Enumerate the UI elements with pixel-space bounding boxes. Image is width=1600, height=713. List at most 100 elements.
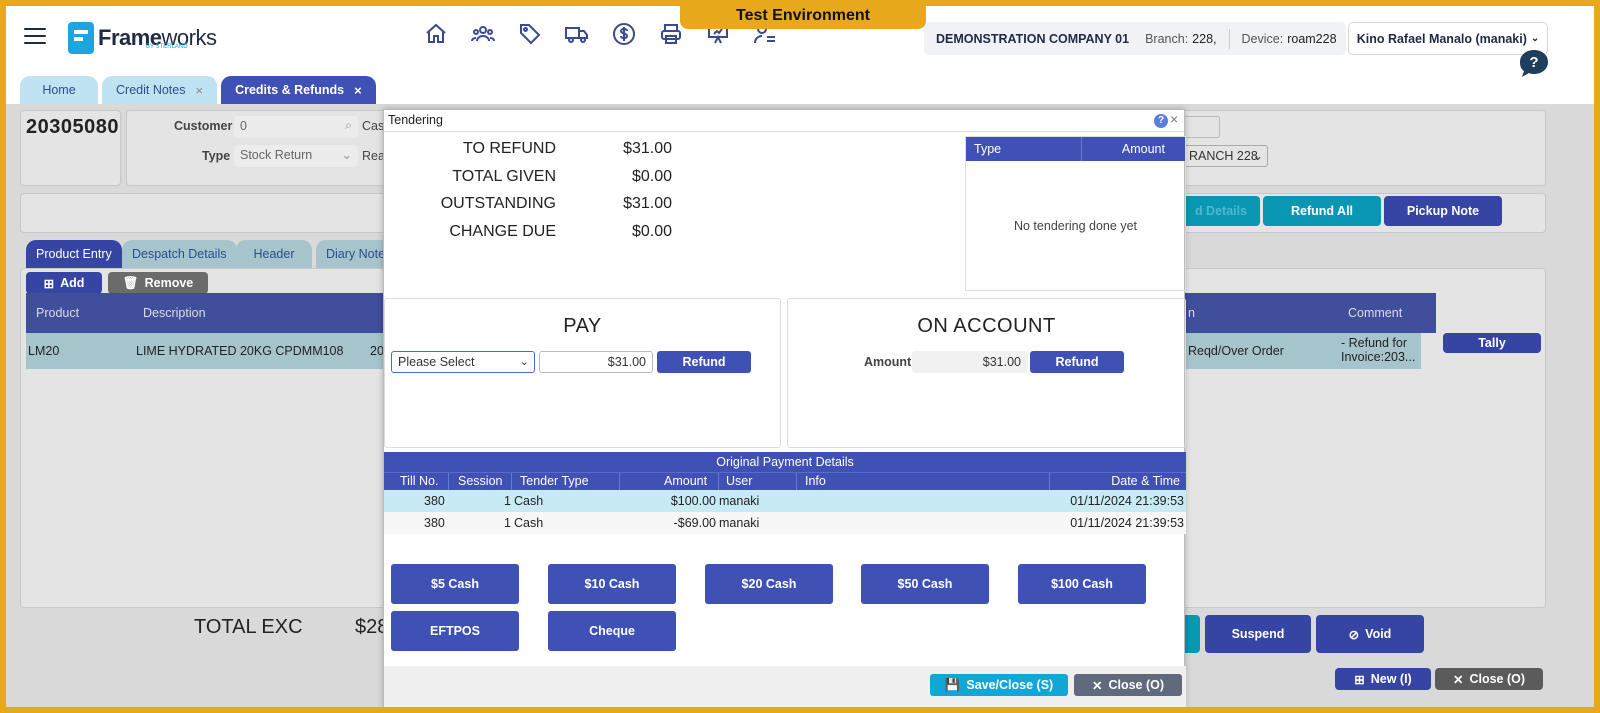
col-datetime[interactable]: Date & Time (1111, 474, 1180, 488)
close-icon[interactable]: × (195, 83, 203, 98)
remove-label: Remove (144, 276, 194, 290)
tab-header[interactable]: Header (236, 240, 312, 268)
tab-product-entry[interactable]: Product Entry (26, 240, 122, 268)
save-close-label: Save/Close (S) (966, 678, 1054, 692)
tab-credit-notes[interactable]: Credit Notes × (102, 76, 218, 104)
close-icon[interactable]: × (354, 83, 362, 98)
save-icon: 💾 (944, 677, 961, 692)
chevron-down-icon: ⌄ (519, 356, 529, 368)
cell-c: 20 (370, 344, 384, 358)
void-icon: ⊘ (1348, 627, 1360, 642)
refund-all-button[interactable]: Refund All (1263, 196, 1381, 226)
col-session[interactable]: Session (458, 474, 502, 488)
on-account-panel: ON ACCOUNT Amount $31.00 Refund (787, 298, 1186, 448)
col-product[interactable]: Product (36, 306, 79, 320)
summary-value: $31.00 (623, 195, 672, 212)
col-divider (619, 473, 620, 491)
cash-20-button[interactable]: $20 Cash (705, 564, 833, 604)
void-button[interactable]: ⊘ Void (1316, 615, 1424, 653)
cheque-button[interactable]: Cheque (548, 611, 676, 651)
tab-label: Home (42, 83, 76, 97)
table-row[interactable]: 380 1 Cash $100.00 manaki 01/11/2024 21:… (384, 490, 1186, 512)
add-button[interactable]: ⊞ Add (26, 272, 102, 294)
col-info[interactable]: Info (805, 474, 826, 488)
printer-icon[interactable] (659, 22, 683, 46)
dollar-icon[interactable] (612, 22, 636, 46)
col-amount[interactable]: Amount (1122, 142, 1165, 156)
tab-credits-refunds[interactable]: Credits & Refunds × (221, 76, 376, 104)
on-account-amount-input[interactable]: $31.00 (912, 351, 1028, 373)
tab-despatch-details[interactable]: Despatch Details (122, 240, 237, 268)
search-icon: ⌕ (344, 118, 352, 132)
on-account-refund-button[interactable]: Refund (1030, 351, 1124, 373)
col-amount[interactable]: Amount (664, 474, 707, 488)
tally-button[interactable]: Tally (1443, 333, 1541, 353)
dialog-title: Tendering (384, 110, 1184, 132)
details-button[interactable]: d Details (1182, 196, 1260, 226)
field-input[interactable] (1182, 116, 1220, 138)
table-row[interactable]: 380 1 Cash -$69.00 manaki 01/11/2024 21:… (384, 512, 1186, 534)
summary-label: TOTAL GIVEN (452, 168, 556, 185)
cell-description: LIME HYDRATED 20KG CPDMM108 (136, 344, 344, 358)
close-page-button[interactable]: ✕ Close (O) (1435, 668, 1543, 690)
cell-product: LM20 (28, 344, 60, 358)
pickup-note-button[interactable]: Pickup Note (1384, 196, 1502, 226)
type-label: Type (202, 149, 231, 163)
menu-icon[interactable] (24, 28, 46, 46)
remove-button[interactable]: 🗑 Remove (108, 272, 208, 294)
close-dialog-label: Close (O) (1108, 678, 1165, 692)
original-payment-header: Till No. Session Tender Type Amount User… (384, 472, 1186, 491)
tab-label: Credit Notes (116, 83, 186, 97)
cash-100-button[interactable]: $100 Cash (1018, 564, 1146, 604)
cell-tender: Cash (514, 516, 544, 530)
truck-icon[interactable] (565, 22, 589, 46)
branch-select[interactable]: RANCH 228 ⌄ (1182, 145, 1268, 167)
home-icon[interactable] (424, 22, 448, 46)
environment-banner: Test Environment (680, 6, 926, 29)
tab-home[interactable]: Home (20, 76, 98, 104)
save-close-button[interactable]: 💾 Save/Close (S) (930, 674, 1068, 696)
company-name: DEMONSTRATION COMPANY 01 (936, 31, 1130, 46)
type-select[interactable]: Stock Return ⌄ (234, 145, 358, 167)
cash-10-button[interactable]: $10 Cash (548, 564, 676, 604)
tender-table-header: Type Amount (966, 137, 1185, 161)
type-value: Stock Return (240, 148, 313, 162)
users-icon[interactable] (471, 22, 495, 46)
svg-text:?: ? (1529, 54, 1538, 71)
pay-refund-button[interactable]: Refund (657, 351, 751, 373)
help-icon[interactable]: ? (1154, 114, 1168, 128)
cash-5-button[interactable]: $5 Cash (391, 564, 519, 604)
cash-50-button[interactable]: $50 Cash (861, 564, 989, 604)
summary-value: $31.00 (623, 140, 672, 157)
tab-label: Credits & Refunds (235, 83, 345, 97)
tendering-dialog: Tendering ? × TO REFUND $31.00 TOTAL GIV… (383, 109, 1186, 707)
col-till[interactable]: Till No. (400, 474, 438, 488)
frameworks-logo[interactable]: Frameworks (68, 20, 217, 56)
close-dialog-button[interactable]: ✕ Close (O) (1074, 674, 1182, 696)
suspend-button[interactable]: Suspend (1205, 615, 1311, 653)
cell-till: 380 (424, 516, 445, 530)
pay-amount-input[interactable]: $31.00 (539, 351, 653, 373)
col-tender-type[interactable]: Tender Type (520, 474, 589, 488)
void-label: Void (1365, 627, 1392, 641)
total-exc-label: TOTAL EXC (194, 616, 303, 638)
tender-type-select[interactable]: Please Select ⌄ (391, 351, 535, 373)
app-frame: Frameworks BY STERLAND DEMONSTRATION COM… (6, 6, 1594, 707)
close-icon[interactable]: × (1170, 111, 1178, 127)
eftpos-button[interactable]: EFTPOS (391, 611, 519, 651)
chevron-down-icon: ⌄ (341, 148, 352, 162)
trash-icon: 🗑 (122, 275, 139, 290)
col-description[interactable]: Description (143, 306, 206, 320)
customer-input[interactable]: 0 ⌕ (234, 116, 358, 138)
brand-sub: BY STERLAND (146, 44, 188, 50)
tender-table: Type Amount No tendering done yet (965, 136, 1186, 291)
new-button[interactable]: ⊞ New (I) (1335, 668, 1431, 690)
tag-icon[interactable] (518, 22, 542, 46)
branch-value: 228, (1192, 31, 1217, 46)
cell-till: 380 (424, 494, 445, 508)
col-comment[interactable]: Comment (1348, 306, 1402, 320)
help-chat-icon[interactable]: ? (1518, 48, 1550, 80)
col-type[interactable]: Type (974, 142, 1001, 156)
col-n[interactable]: n (1188, 306, 1195, 320)
col-user[interactable]: User (726, 474, 752, 488)
